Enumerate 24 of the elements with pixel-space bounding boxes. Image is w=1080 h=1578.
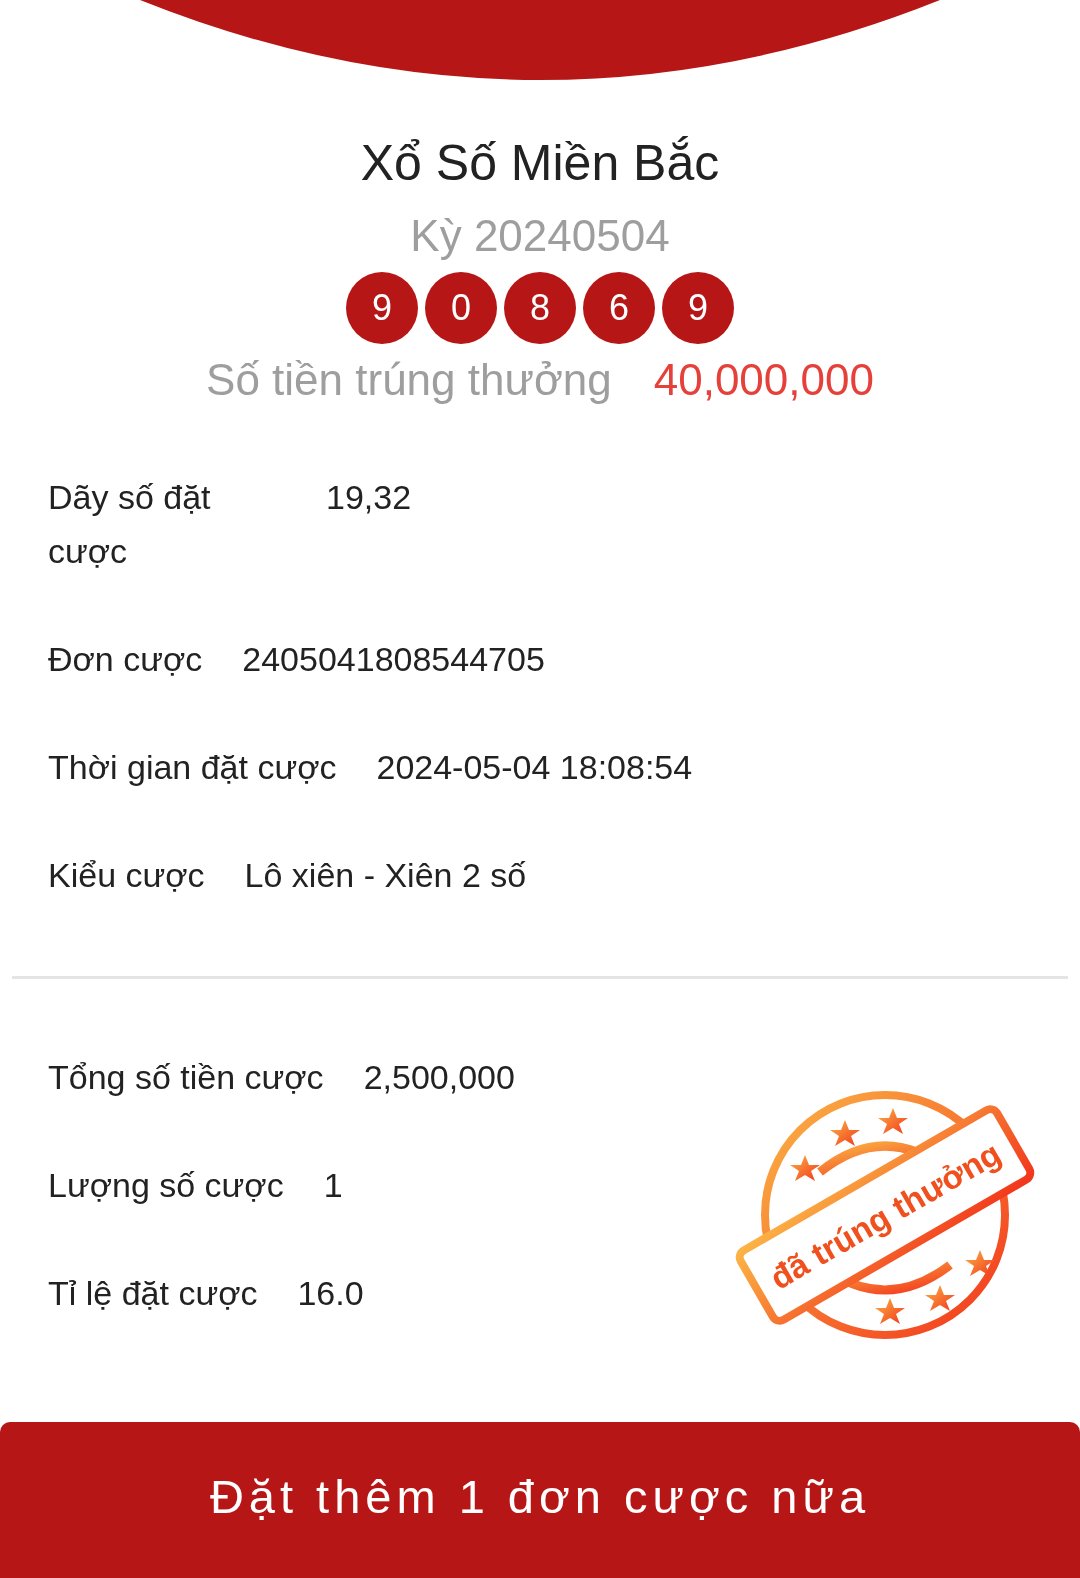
detail-label: Tỉ lệ đặt cược [48,1273,258,1314]
detail-value: Lô xiên - Xiên 2 số [244,855,527,896]
number-ball: 9 [662,272,734,344]
number-ball: 9 [346,272,418,344]
number-ball: 8 [504,272,576,344]
detail-value: 2405041808544705 [242,639,545,680]
number-ball: 6 [583,272,655,344]
detail-label: Đơn cược [48,639,203,680]
detail-value: 16.0 [297,1273,364,1314]
detail-label: Tổng số tiền cược [48,1057,324,1098]
draw-period: Kỳ 20240504 [409,210,671,262]
detail-value: 2024-05-04 18:08:54 [376,747,693,788]
detail-value: 19,32 [326,477,412,518]
prize-label: Số tiền trúng thưởng [206,354,612,406]
number-ball: 0 [425,272,497,344]
detail-label: Kiểu cược [48,855,205,896]
lottery-title: Xổ Số Miền Bắc [359,134,721,193]
detail-label: Thời gian đặt cược [48,747,337,788]
detail-value: 1 [323,1165,343,1206]
detail-label: Dãy số đặt cược [48,477,212,572]
detail-label: Lượng số cược [48,1165,284,1206]
prize-amount: 40,000,000 [653,354,874,406]
detail-value: 2,500,000 [363,1057,515,1098]
action-button[interactable]: Đặt thêm 1 đơn cược nữa [0,1422,1080,1578]
